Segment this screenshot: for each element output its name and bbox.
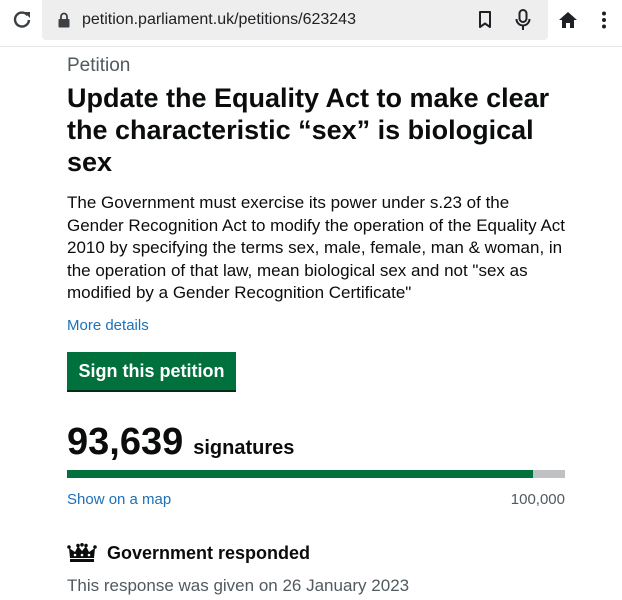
lock-icon[interactable] — [58, 12, 70, 28]
toolbar-divider — [0, 46, 622, 47]
signature-progress-fill — [67, 470, 534, 478]
kebab-menu-icon[interactable] — [601, 11, 607, 29]
signature-count-label: signatures — [193, 437, 295, 459]
home-icon[interactable] — [558, 10, 578, 30]
sign-petition-button[interactable]: Sign this petition — [67, 352, 236, 392]
signature-count: 93,639 — [67, 421, 184, 463]
reload-icon[interactable] — [12, 9, 32, 31]
more-details-link[interactable]: More details — [67, 317, 149, 335]
crown-icon — [67, 543, 97, 563]
response-date-text: This response was given on 26 January 20… — [67, 576, 410, 595]
bookmark-icon[interactable] — [478, 10, 492, 30]
show-on-map-link[interactable]: Show on a map — [67, 491, 171, 509]
browser-toolbar: petition.parliament.uk/petitions/623243 — [0, 0, 622, 44]
signature-count-row: 93,639 signatures — [67, 420, 294, 464]
government-responded-heading: Government responded — [107, 543, 311, 563]
microphone-icon[interactable] — [515, 9, 531, 31]
signature-target: 100,000 — [510, 491, 565, 508]
petition-summary: The Government must exercise its power u… — [67, 193, 566, 302]
address-bar[interactable]: petition.parliament.uk/petitions/623243 — [42, 0, 548, 40]
petition-title: Update the Equality Act to make clear th… — [67, 83, 550, 177]
url-text[interactable]: petition.parliament.uk/petitions/623243 — [82, 10, 356, 30]
page-caption: Petition — [67, 55, 131, 76]
signature-progress-bar — [67, 470, 565, 478]
